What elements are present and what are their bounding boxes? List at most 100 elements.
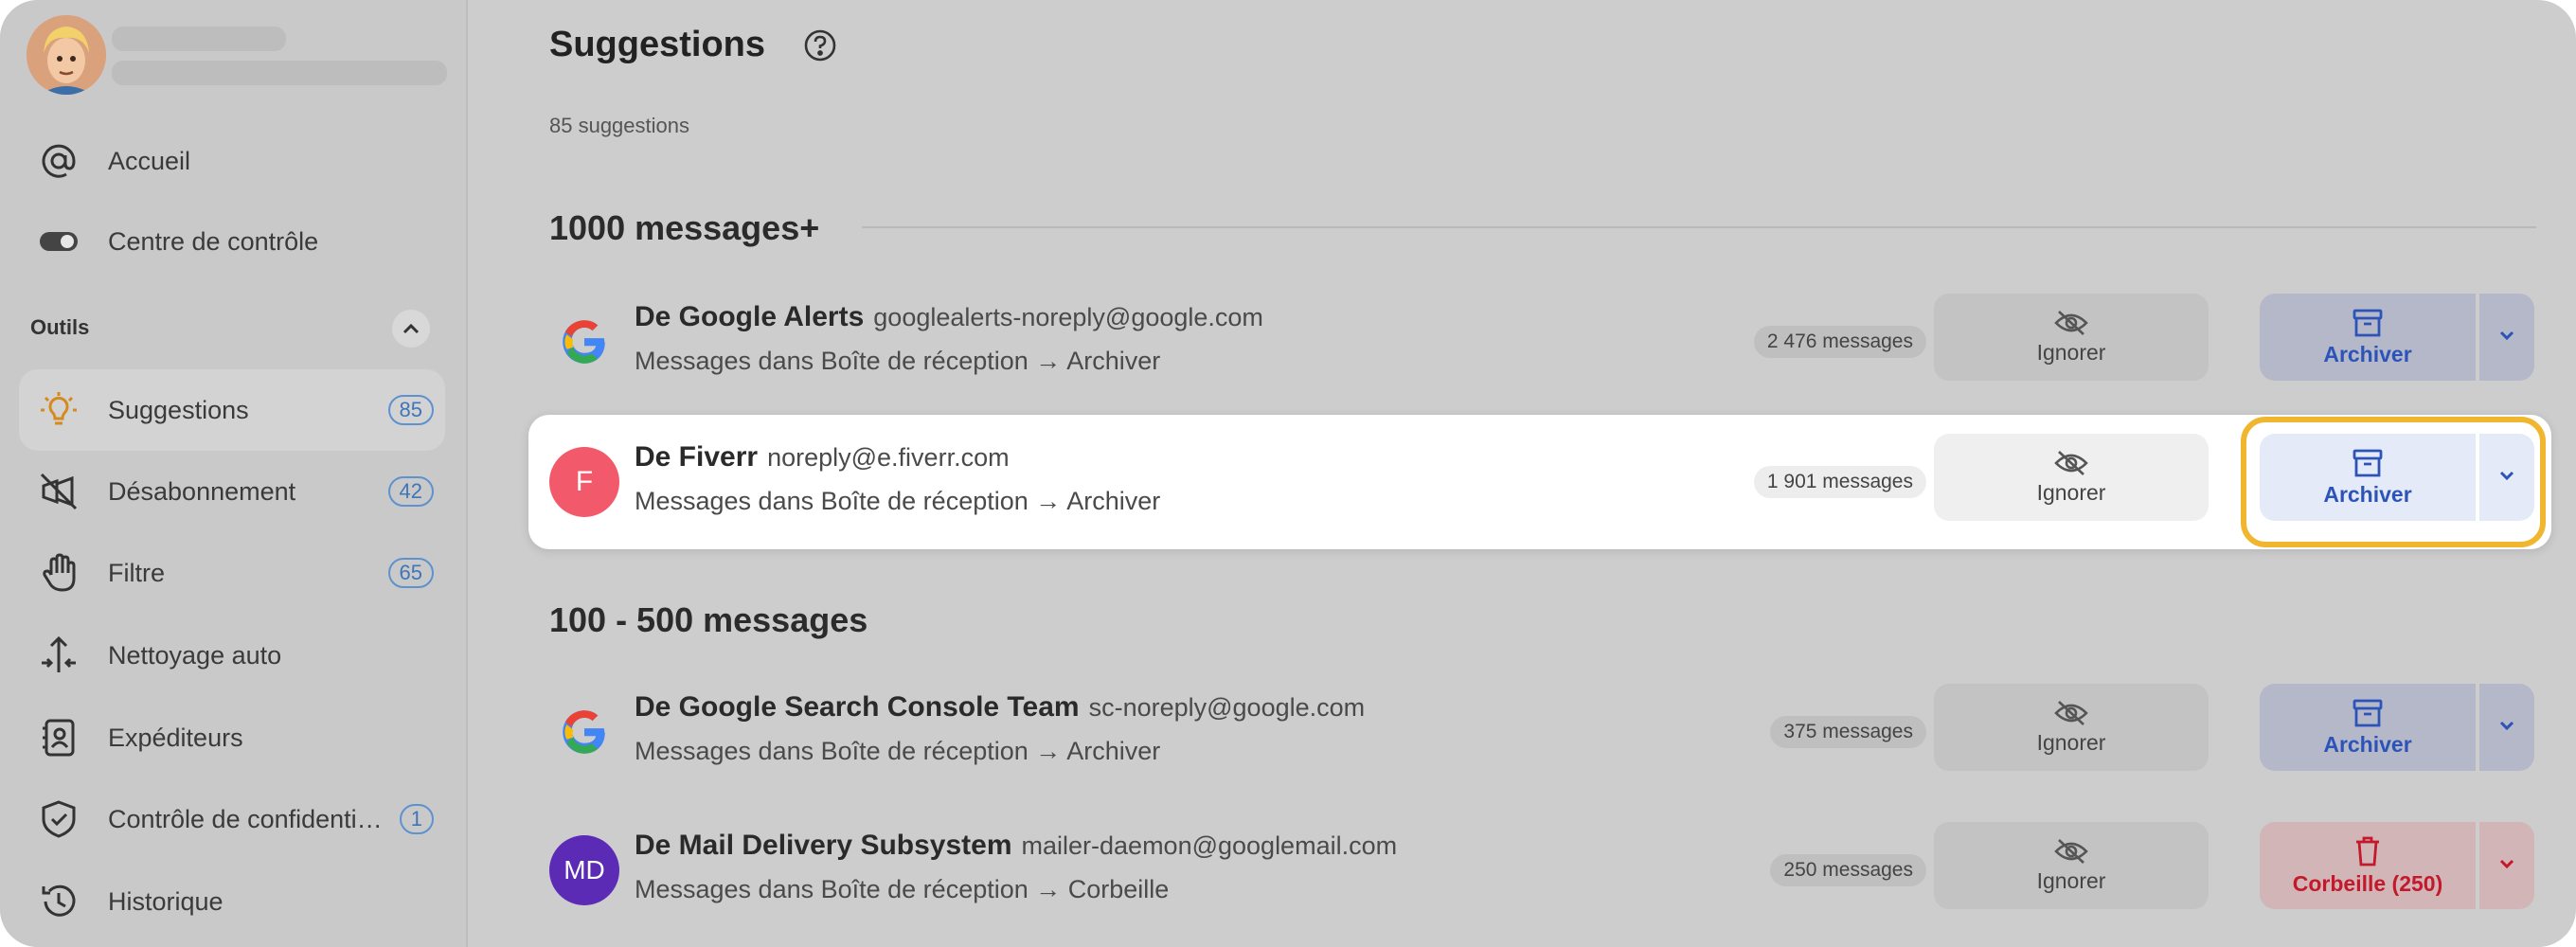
sender-email: noreply@e.fiverr.com	[767, 443, 1010, 472]
sidebar-item-label: Expéditeurs	[108, 723, 243, 752]
arrows-icon	[42, 635, 76, 672]
sender-line: De Fiverr noreply@e.fiverr.com	[635, 441, 1010, 474]
sidebar-item-controle-confidentialite[interactable]: Contrôle de confidenti… 1	[19, 778, 445, 860]
ignore-label: Ignorer	[2036, 339, 2106, 365]
collapse-outils-button[interactable]	[392, 310, 430, 348]
group-title: 100 - 500 messages	[549, 600, 868, 639]
ignore-label: Ignorer	[2036, 729, 2106, 755]
message-count-badge: 2 476 messages	[1753, 326, 1926, 358]
message-count-badge: 1 901 messages	[1753, 466, 1926, 498]
message-count-badge: 375 messages	[1770, 716, 1926, 748]
sender-name: De Google Alerts	[635, 301, 865, 332]
section-title-outils: Outils	[30, 315, 90, 339]
chevron-down-icon	[2499, 331, 2514, 341]
avatar-initial: F	[575, 466, 594, 497]
sidebar-item-nettoyage-auto[interactable]: Nettoyage auto	[19, 615, 445, 696]
sender-initial-avatar: F	[549, 447, 619, 517]
sender-email: sc-noreply@google.com	[1088, 693, 1366, 722]
at-sign-icon	[42, 144, 76, 178]
shield-icon	[42, 800, 76, 838]
eye-off-icon	[2054, 838, 2088, 864]
account-name-placeholder	[112, 27, 286, 51]
group-divider	[862, 226, 2536, 228]
sender-email: googlealerts-noreply@google.com	[873, 303, 1263, 331]
sidebar-item-desabonnement[interactable]: Désabonnement 42	[19, 451, 445, 532]
avatar-initial: MD	[564, 855, 605, 884]
sidebar: Accueil Centre de contrôle Outils Sugges…	[0, 0, 468, 947]
archive-label: Archiver	[2323, 341, 2412, 366]
suggestions-count: 85 suggestions	[549, 114, 689, 137]
chevron-down-icon	[2499, 859, 2514, 869]
toggle-icon	[40, 232, 78, 251]
sender-line: De Google Alerts googlealerts-noreply@goo…	[635, 301, 1263, 333]
sidebar-item-label: Nettoyage auto	[108, 640, 282, 670]
sidebar-item-label: Centre de contrôle	[108, 226, 319, 256]
chevron-up-icon	[402, 323, 420, 334]
archive-label: Archiver	[2323, 731, 2412, 757]
trash-label: Corbeille (250)	[2292, 870, 2443, 896]
ignore-label: Ignorer	[2036, 867, 2106, 893]
account-email-placeholder	[112, 61, 447, 85]
hand-icon	[43, 553, 76, 592]
main-content: Suggestions 85 suggestions 1000 messages…	[470, 0, 2576, 947]
count-badge: 65	[387, 558, 434, 588]
ignore-button[interactable]: Ignorer	[1934, 434, 2209, 521]
ignore-button[interactable]: Ignorer	[1934, 684, 2209, 771]
suggestion-row: MD De Mail Delivery Subsystem mailer-daem…	[528, 803, 2551, 938]
sidebar-item-expediteurs[interactable]: Expéditeurs	[19, 697, 445, 778]
archive-button[interactable]: Archiver	[2260, 294, 2476, 381]
sidebar-item-label: Suggestions	[108, 395, 249, 424]
rule-description: Messages dans Boîte de réception → Archi…	[635, 737, 1161, 765]
count-badge: 1	[399, 804, 434, 834]
google-logo-icon	[549, 307, 619, 377]
message-count-badge: 250 messages	[1770, 854, 1926, 886]
group-title: 1000 messages+	[549, 208, 820, 247]
ignore-label: Ignorer	[2036, 479, 2106, 505]
google-logo-icon	[549, 697, 619, 767]
ignore-button[interactable]: Ignorer	[1934, 294, 2209, 381]
sidebar-item-label: Contrôle de confidenti…	[108, 804, 383, 833]
sender-name: De Google Search Console Team	[635, 691, 1080, 723]
suggestion-row: De Google Search Console Team sc-noreply@…	[528, 665, 2551, 799]
avatar[interactable]	[27, 15, 106, 95]
action-dropdown-button[interactable]	[2479, 822, 2534, 909]
rule-description: Messages dans Boîte de réception → Corbe…	[635, 875, 1170, 903]
sidebar-item-accueil[interactable]: Accueil	[19, 120, 445, 202]
sender-line: De Mail Delivery Subsystem mailer-daemon@…	[635, 830, 1397, 862]
help-icon[interactable]	[803, 28, 837, 63]
trash-icon	[2356, 836, 2379, 866]
chevron-down-icon	[2499, 721, 2514, 731]
sender-initial-avatar: MD	[549, 835, 619, 905]
eye-off-icon	[2054, 700, 2088, 725]
trash-button[interactable]: Corbeille (250)	[2260, 822, 2476, 909]
count-badge: 85	[387, 395, 434, 425]
archive-box-icon	[2352, 309, 2383, 336]
sender-email: mailer-daemon@googlemail.com	[1021, 831, 1398, 860]
contacts-icon	[43, 719, 75, 757]
sidebar-item-label: Accueil	[108, 146, 191, 175]
sender-name: De Mail Delivery Subsystem	[635, 830, 1012, 861]
rule-description: Messages dans Boîte de réception → Archi…	[635, 487, 1161, 515]
clock-icon	[42, 884, 76, 917]
ignore-button[interactable]: Ignorer	[1934, 822, 2209, 909]
sidebar-item-historique[interactable]: Historique	[19, 861, 445, 942]
sidebar-item-label: Désabonnement	[108, 476, 296, 506]
sidebar-item-label: Filtre	[108, 558, 165, 587]
action-dropdown-button[interactable]	[2479, 294, 2534, 381]
rule-description: Messages dans Boîte de réception → Archi…	[635, 347, 1161, 375]
sender-name: De Fiverr	[635, 441, 759, 473]
sidebar-item-suggestions[interactable]: Suggestions 85	[19, 369, 445, 451]
sidebar-item-centre-de-controle[interactable]: Centre de contrôle	[19, 201, 445, 282]
suggestion-row: De Google Alerts googlealerts-noreply@goo…	[528, 275, 2551, 409]
action-dropdown-button[interactable]	[2479, 684, 2534, 771]
app-window: Accueil Centre de contrôle Outils Sugges…	[0, 0, 2576, 947]
sidebar-item-label: Historique	[108, 886, 224, 916]
unsubscribe-icon	[40, 473, 78, 510]
focus-highlight-ring	[2241, 417, 2546, 547]
sidebar-item-filtre[interactable]: Filtre 65	[19, 532, 445, 614]
sender-line: De Google Search Console Team sc-noreply@…	[635, 691, 1365, 724]
archive-button[interactable]: Archiver	[2260, 684, 2476, 771]
lightbulb-icon	[41, 392, 77, 425]
count-badge: 42	[387, 476, 434, 507]
archive-box-icon	[2352, 699, 2383, 726]
